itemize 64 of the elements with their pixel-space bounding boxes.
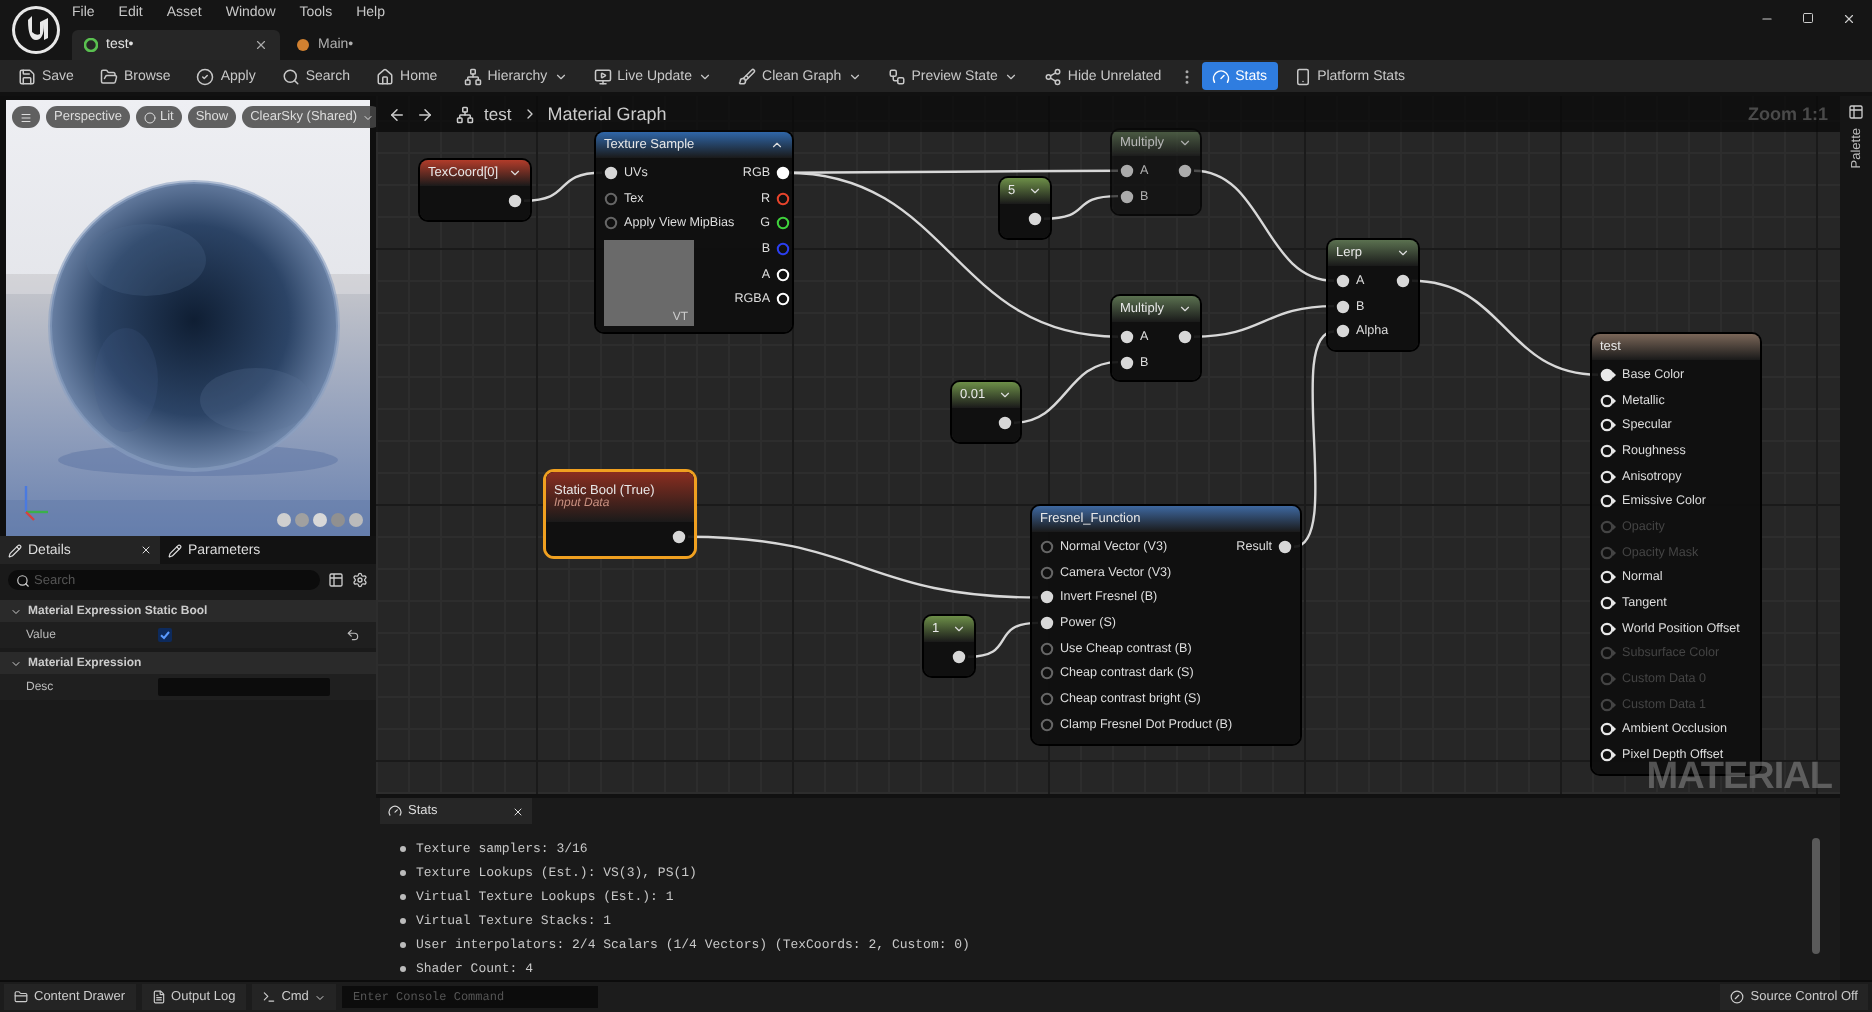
workflow-icon xyxy=(887,67,906,85)
bullet-icon xyxy=(400,917,406,923)
palette-icon[interactable] xyxy=(1848,104,1864,120)
settings-icon[interactable] xyxy=(352,572,368,588)
asset-icon xyxy=(296,38,310,52)
check-circle-icon xyxy=(196,67,215,85)
caret-icon xyxy=(10,605,22,617)
folder-icon xyxy=(14,990,28,1004)
reset-icon[interactable] xyxy=(346,628,360,642)
chevron-icon xyxy=(698,69,713,83)
gauge-icon xyxy=(1211,67,1230,85)
logo-icon[interactable] xyxy=(10,4,62,56)
terminal-icon xyxy=(261,990,276,1004)
chevron-icon[interactable] xyxy=(1028,184,1042,198)
chevron-icon[interactable] xyxy=(952,622,966,636)
log-icon xyxy=(151,990,166,1004)
hierarchy-icon xyxy=(463,67,482,85)
pin-icon[interactable] xyxy=(776,216,791,231)
chevron-icon[interactable] xyxy=(998,388,1012,402)
chevron-icon[interactable] xyxy=(1178,302,1192,316)
table-icon[interactable] xyxy=(328,572,344,588)
pencil-icon xyxy=(168,543,182,557)
chevron-icon[interactable] xyxy=(508,166,522,180)
maximize-icon[interactable] xyxy=(1802,12,1814,24)
blocked-icon xyxy=(1730,990,1745,1004)
monitor-icon xyxy=(593,67,612,85)
bullet-icon xyxy=(400,845,406,851)
chevron-icon[interactable] xyxy=(1396,246,1410,260)
bullet-icon xyxy=(400,893,406,899)
chevron-icon xyxy=(361,111,374,123)
folder-icon xyxy=(99,67,118,85)
minimize-icon[interactable] xyxy=(1760,12,1774,26)
close-icon[interactable] xyxy=(1842,12,1856,26)
bullet-icon xyxy=(400,941,406,947)
share-icon xyxy=(1043,67,1062,85)
graph-type-label: MATERIAL xyxy=(1646,762,1832,794)
breadcrumb-item[interactable]: Material Graph xyxy=(547,104,667,124)
caret-icon xyxy=(10,657,22,669)
pencil-icon xyxy=(8,543,22,557)
search-icon xyxy=(16,573,30,587)
asset-icon xyxy=(84,38,98,52)
chevron-icon xyxy=(1003,69,1018,83)
phone-icon xyxy=(1293,67,1312,85)
value-checkbox[interactable] xyxy=(158,628,172,642)
chevron-icon xyxy=(847,69,862,83)
close-icon[interactable] xyxy=(254,38,268,52)
chevron-icon[interactable] xyxy=(1178,136,1192,150)
back-icon[interactable] xyxy=(388,105,406,123)
gauge-icon xyxy=(388,804,402,818)
home-icon xyxy=(376,67,395,85)
search-icon xyxy=(281,67,300,85)
menu-icon xyxy=(20,111,32,123)
graph-icon xyxy=(456,105,474,123)
chevron-icon xyxy=(314,991,327,1003)
forward-icon[interactable] xyxy=(416,105,434,123)
chevron-icon xyxy=(553,69,568,83)
brush-icon xyxy=(738,67,757,85)
chevron-icon[interactable] xyxy=(770,138,784,152)
zoom-label: Zoom 1:1 xyxy=(1747,104,1828,124)
bullet-icon xyxy=(400,869,406,875)
sphere-icon xyxy=(143,111,156,123)
scrollbar[interactable] xyxy=(1812,838,1820,954)
bullet-icon xyxy=(400,965,406,971)
breadcrumb-item[interactable]: test xyxy=(484,104,512,124)
